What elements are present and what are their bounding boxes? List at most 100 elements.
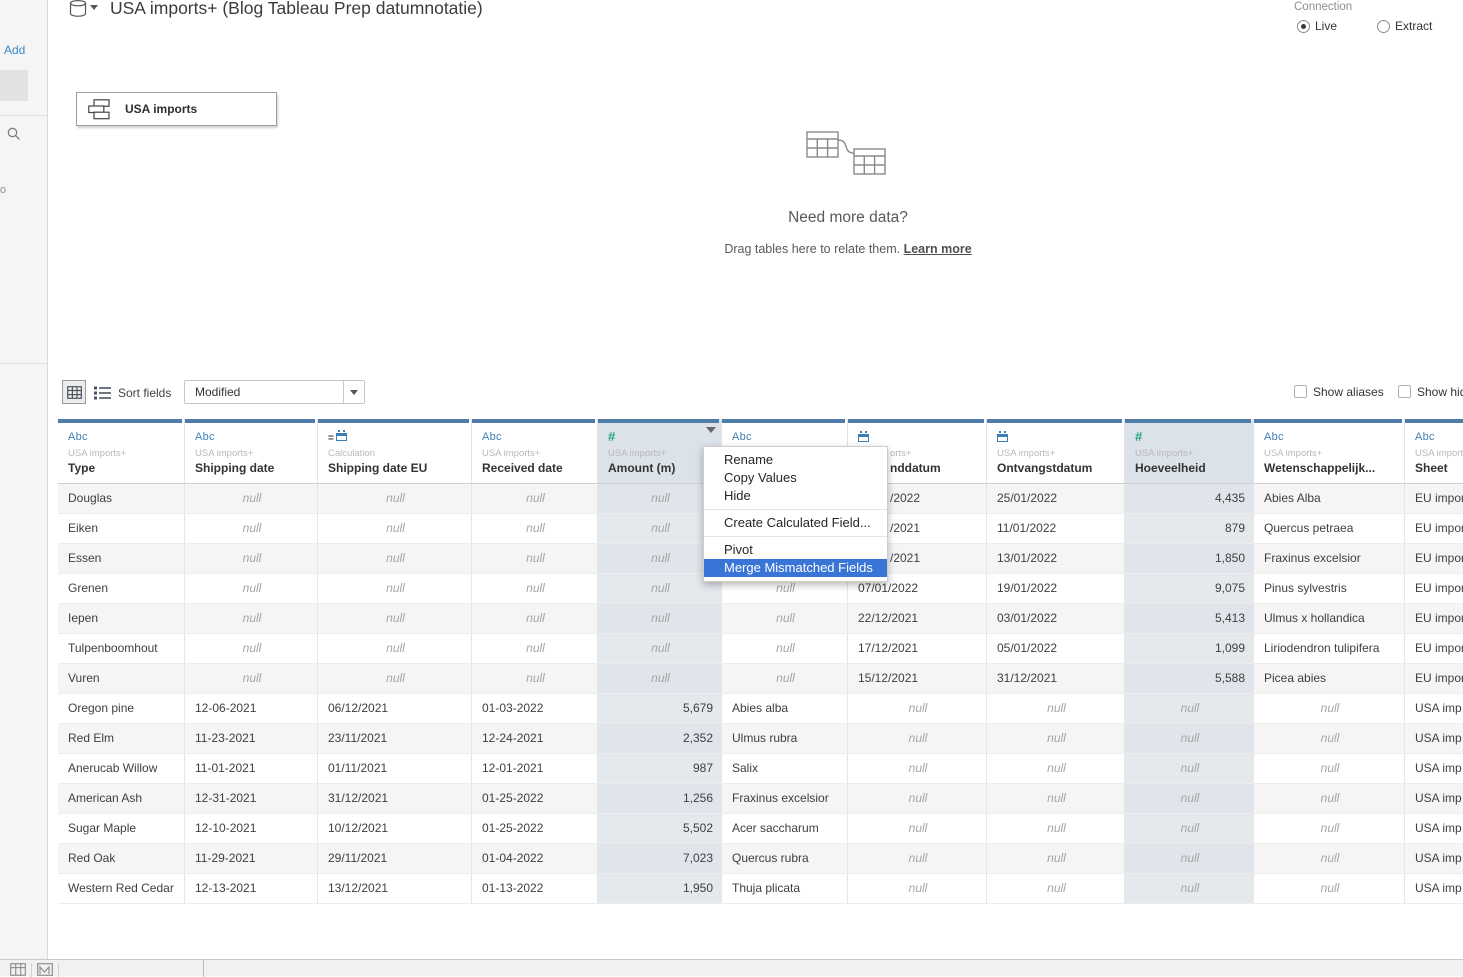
column-accent-strip [318,419,469,423]
menu-item-hide[interactable]: Hide [704,487,887,505]
grid-cell: null [987,814,1125,843]
grid-view-button[interactable] [62,380,86,404]
grid-cell: null [185,664,318,693]
grid-cell: 12-13-2021 [185,874,318,903]
grid-cell: 22/12/2021 [848,604,987,633]
column-header-shipping-date[interactable]: AbcUSA imports+Shipping date [185,419,318,483]
dropdown-arrow-box [343,381,364,403]
grid-cell: null [472,484,598,513]
field-menu-arrow-icon[interactable] [706,427,716,433]
grid-cell: Salix [722,754,848,783]
grid-cell: null [185,484,318,513]
show-aliases-checkbox[interactable] [1294,385,1307,398]
menu-item-merge-mismatched-fields[interactable]: Merge Mismatched Fields [704,559,887,577]
column-accent-strip [1125,419,1251,423]
column-header-sheet[interactable]: AbcUSA importsSheet [1405,419,1463,483]
data-source-tab-icon[interactable] [10,963,26,976]
field-type-icon-row: Abc [68,430,184,443]
search-icon[interactable] [6,126,22,142]
add-connection-link[interactable]: Add [4,43,25,57]
grid-cell: USA imp [1405,754,1463,783]
grid-cell: EU impor [1405,484,1463,513]
grid-cell: null [185,604,318,633]
learn-more-link[interactable]: Learn more [904,242,972,256]
grid-cell: null [848,844,987,873]
grid-cell: USA imp [1405,814,1463,843]
column-header-hoeveelheid[interactable]: #USA imports+Hoeveelheid [1125,419,1254,483]
grid-cell: USA imp [1405,694,1463,723]
database-menu-caret-icon[interactable] [90,5,98,10]
connection-thumbnail[interactable] [0,70,28,101]
radio-live-icon [1297,20,1310,33]
show-hidden-checkbox[interactable] [1398,385,1411,398]
menu-item-copy-values[interactable]: Copy Values [704,469,887,487]
menu-item-pivot[interactable]: Pivot [704,541,887,559]
field-name-label: Received date [482,461,597,475]
grid-cell: null [1125,874,1254,903]
field-source-label: USA imports+ [195,448,317,459]
metadata-view-button[interactable] [91,382,113,403]
grid-cell: 5,502 [598,814,722,843]
column-header-shipping-date-eu[interactable]: =CalculationShipping date EU [318,419,472,483]
grid-cell: null [185,514,318,543]
field-type-icon-row: # [608,430,721,443]
field-source-label: USA imports+ [1264,448,1404,459]
grid-cell: null [472,664,598,693]
grid-cell: null [598,664,722,693]
calculated-date-type-icon: = [328,428,347,446]
grid-cell: null [1125,694,1254,723]
radio-extract-label: Extract [1395,19,1432,33]
grid-cell: Red Oak [58,844,185,873]
radio-extract[interactable]: Extract [1377,19,1432,33]
grid-cell: 7,023 [598,844,722,873]
column-accent-strip [1254,419,1402,423]
grid-cell: 01-25-2022 [472,784,598,813]
grid-view-icon [67,386,82,399]
grid-cell: null [185,574,318,603]
grid-cell: 31/12/2021 [318,784,472,813]
field-type-icon-row: = [328,430,471,443]
grid-cell: Quercus rubra [722,844,848,873]
radio-live[interactable]: Live [1297,19,1337,33]
grid-cell: null [472,574,598,603]
grid-cell: EU impor [1405,544,1463,573]
grid-cell: Tulpenboomhout [58,634,185,663]
column-header-received-date[interactable]: AbcUSA imports+Received date [472,419,598,483]
new-sheet-tab-icon[interactable] [37,963,53,976]
menu-separator [704,509,887,510]
grid-cell: 11-23-2021 [185,724,318,753]
menu-item-rename[interactable]: Rename [704,451,887,469]
grid-cell: Red Elm [58,724,185,753]
sort-fields-dropdown[interactable]: Modified [184,380,365,404]
show-aliases-option[interactable]: Show aliases [1294,384,1384,399]
grid-cell: 13/12/2021 [318,874,472,903]
abc-type-icon: Abc [732,431,752,443]
grid-cell: 5,679 [598,694,722,723]
grid-cell: null [1125,784,1254,813]
grid-cell: 29/11/2021 [318,844,472,873]
abc-type-icon: Abc [482,431,502,443]
grid-cell: 01-03-2022 [472,694,598,723]
column-header-type[interactable]: AbcUSA imports+Type [58,419,185,483]
show-hidden-option[interactable]: Show hid [1398,384,1463,399]
logical-table-pill[interactable]: USA imports [76,92,277,126]
grid-cell: null [318,514,472,543]
column-header-wetenschappelijk[interactable]: AbcUSA imports+Wetenschappelijk... [1254,419,1405,483]
grid-cell: 12-01-2021 [472,754,598,783]
grid-cell: null [1254,694,1405,723]
grid-cell: null [1125,724,1254,753]
grid-cell: 10/12/2021 [318,814,472,843]
column-header-ontvangstdatum[interactable]: USA imports+Ontvangstdatum [987,419,1125,483]
field-type-icon-row: Abc [482,430,597,443]
number-type-icon: # [608,431,615,442]
grid-cell: EU impor [1405,514,1463,543]
grid-cell: 23/11/2021 [318,724,472,753]
grid-cell: null [185,634,318,663]
column-accent-strip [185,419,315,423]
grid-cell: 879 [1125,514,1254,543]
grid-cell: 9,075 [1125,574,1254,603]
grid-cell: null [1254,874,1405,903]
grid-cell: Thuja plicata [722,874,848,903]
menu-item-create-calculated-field[interactable]: Create Calculated Field... [704,514,887,532]
grid-cell: null [598,634,722,663]
